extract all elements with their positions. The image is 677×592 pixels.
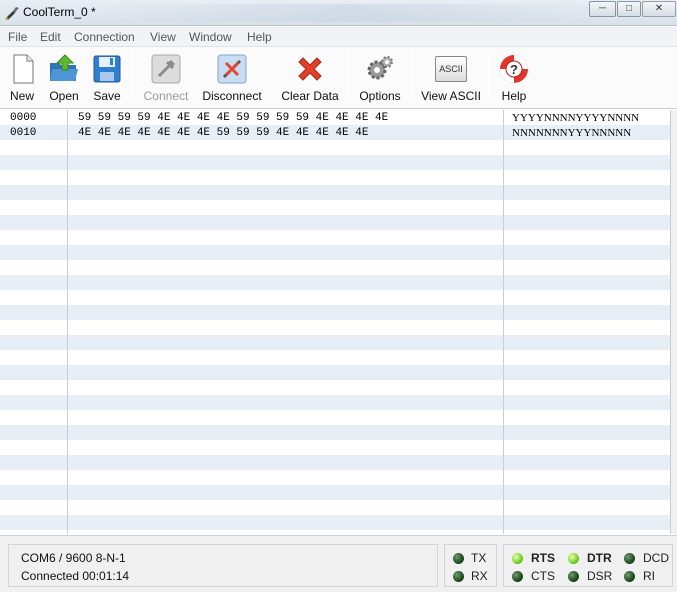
disconnect-plug-icon bbox=[217, 54, 247, 84]
tx-lamp-icon bbox=[453, 553, 464, 564]
rts-lamp-icon[interactable] bbox=[512, 553, 523, 564]
window-title: CoolTerm_0 * bbox=[23, 5, 96, 19]
view-ascii-button[interactable]: ASCII View ASCII bbox=[419, 51, 483, 105]
clear-data-label: Clear Data bbox=[281, 89, 339, 103]
save-label: Save bbox=[93, 89, 121, 103]
disconnect-button[interactable]: Disconnect bbox=[199, 51, 265, 105]
row-hex: 4E 4E 4E 4E 4E 4E 4E 59 59 59 4E 4E 4E 4… bbox=[78, 127, 369, 139]
options-label: Options bbox=[359, 89, 401, 103]
toolbar: New Open Save Connect Disconnect Clear D… bbox=[0, 47, 677, 109]
dtr-label: DTR bbox=[587, 551, 612, 565]
new-label: New bbox=[9, 89, 34, 103]
toolbar-separator bbox=[411, 52, 412, 102]
background-window-ghost bbox=[90, 4, 610, 22]
menu-file[interactable]: File bbox=[8, 30, 27, 44]
cts-lamp-icon bbox=[512, 571, 523, 582]
ascii-column-divider bbox=[503, 110, 504, 534]
menu-connection[interactable]: Connection bbox=[74, 30, 135, 44]
dsr-lamp-icon bbox=[568, 571, 579, 582]
row-hex: 59 59 59 59 4E 4E 4E 4E 59 59 59 59 4E 4… bbox=[78, 112, 389, 124]
view-ascii-label: View ASCII bbox=[421, 89, 481, 103]
connect-plug-icon bbox=[151, 54, 181, 84]
connection-time-text: Connected 00:01:14 bbox=[21, 569, 130, 583]
help-label: Help bbox=[501, 89, 527, 103]
menu-window[interactable]: Window bbox=[189, 30, 232, 44]
disconnect-label: Disconnect bbox=[202, 89, 262, 103]
close-button[interactable]: ✕ bbox=[642, 1, 676, 17]
cts-label: CTS bbox=[531, 569, 555, 583]
connect-label: Connect bbox=[143, 89, 189, 103]
dcd-lamp-icon bbox=[624, 553, 635, 564]
menu-bar: File Edit Connection View Window Help bbox=[0, 27, 677, 47]
row-ascii: YYYYNNNNYYYYNNNN bbox=[512, 112, 640, 124]
dtr-lamp-icon[interactable] bbox=[568, 553, 579, 564]
dcd-label: DCD bbox=[643, 551, 669, 565]
menu-view[interactable]: View bbox=[150, 30, 176, 44]
tx-rx-lamp-panel: TX RX bbox=[444, 544, 497, 587]
menu-help[interactable]: Help bbox=[247, 30, 272, 44]
maximize-button[interactable]: □ bbox=[617, 1, 641, 17]
toolbar-separator bbox=[347, 52, 348, 102]
ri-lamp-icon bbox=[624, 571, 635, 582]
status-bar: COM6 / 9600 8-N-1 Connected 00:01:14 TX … bbox=[0, 535, 677, 592]
clear-data-button[interactable]: Clear Data bbox=[280, 51, 340, 105]
data-row: 0010 4E 4E 4E 4E 4E 4E 4E 59 59 59 4E 4E… bbox=[0, 126, 670, 141]
clear-x-icon bbox=[298, 57, 322, 81]
line-status-lamp-panel: RTS CTS DTR DSR DCD RI bbox=[503, 544, 673, 587]
terminal-data-view[interactable]: 0000 59 59 59 59 4E 4E 4E 4E 59 59 59 59… bbox=[0, 110, 671, 534]
rx-label: RX bbox=[471, 569, 488, 583]
ri-label: RI bbox=[643, 569, 655, 583]
toolbar-separator bbox=[131, 52, 132, 102]
row-address: 0010 bbox=[10, 127, 37, 139]
floppy-disk-icon bbox=[93, 55, 121, 83]
toolbar-separator bbox=[489, 52, 490, 102]
options-button[interactable]: Options bbox=[354, 51, 406, 105]
coolterm-app-icon bbox=[5, 7, 19, 20]
svg-text:?: ? bbox=[510, 62, 518, 77]
vertical-scrollbar[interactable] bbox=[671, 110, 677, 534]
gears-icon bbox=[367, 56, 393, 80]
open-folder-icon bbox=[50, 54, 78, 81]
lifebuoy-help-icon: ? bbox=[500, 55, 528, 83]
data-row: 0000 59 59 59 59 4E 4E 4E 4E 59 59 59 59… bbox=[0, 111, 670, 126]
port-settings-text: COM6 / 9600 8-N-1 bbox=[21, 551, 126, 565]
connect-button[interactable]: Connect bbox=[139, 51, 193, 105]
title-bar: CoolTerm_0 * ─ □ ✕ bbox=[0, 0, 677, 26]
toolbar-separator bbox=[271, 52, 272, 102]
help-button[interactable]: ? Help bbox=[496, 51, 532, 105]
dsr-label: DSR bbox=[587, 569, 613, 583]
rts-label: RTS bbox=[531, 551, 555, 565]
rx-lamp-icon bbox=[453, 571, 464, 582]
row-address: 0000 bbox=[10, 112, 37, 124]
menu-edit[interactable]: Edit bbox=[40, 30, 61, 44]
minimize-button[interactable]: ─ bbox=[589, 1, 616, 17]
new-button[interactable]: New bbox=[4, 51, 40, 105]
tx-label: TX bbox=[471, 551, 487, 565]
address-column-divider bbox=[67, 110, 68, 534]
open-button[interactable]: Open bbox=[46, 51, 82, 105]
ascii-icon: ASCII bbox=[435, 56, 467, 82]
connection-status-panel: COM6 / 9600 8-N-1 Connected 00:01:14 bbox=[8, 544, 438, 587]
save-button[interactable]: Save bbox=[89, 51, 125, 105]
new-document-icon bbox=[13, 54, 34, 84]
open-label: Open bbox=[49, 89, 79, 103]
row-ascii: NNNNNNNYYYNNNNN bbox=[512, 127, 632, 139]
